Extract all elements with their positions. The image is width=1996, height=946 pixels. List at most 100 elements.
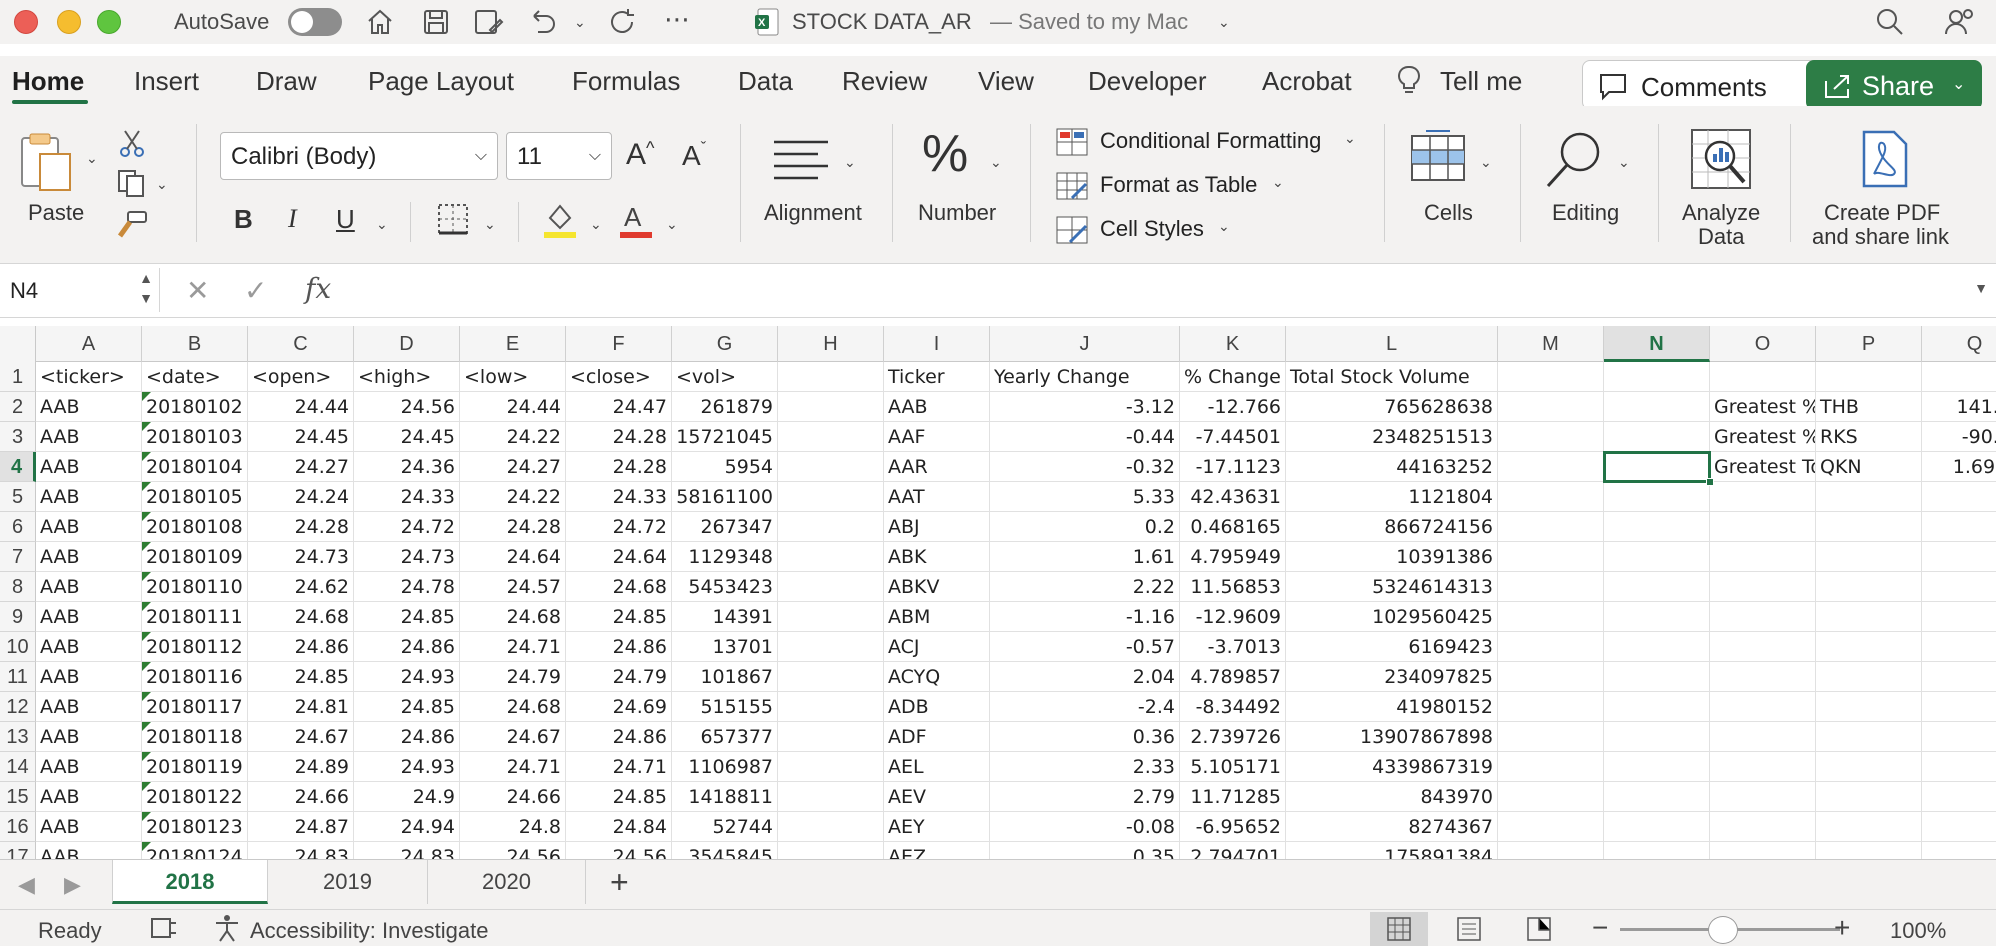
cell-c2[interactable]: 24.44 xyxy=(248,392,354,422)
cell-k4[interactable]: -17.1123 xyxy=(1180,452,1286,482)
cell-i16[interactable]: AEY xyxy=(884,812,990,842)
cell-h2[interactable] xyxy=(778,392,884,422)
cell-h14[interactable] xyxy=(778,752,884,782)
cell-g16[interactable]: 52744 xyxy=(672,812,778,842)
undo-dropdown-chevron-icon[interactable]: ⌄ xyxy=(574,14,586,31)
cell-a5[interactable]: AAB xyxy=(36,482,142,512)
cell-e11[interactable]: 24.79 xyxy=(460,662,566,692)
cell-e16[interactable]: 24.8 xyxy=(460,812,566,842)
cell-h13[interactable] xyxy=(778,722,884,752)
tab-formulas[interactable]: Formulas xyxy=(572,66,680,97)
column-header-m[interactable]: M xyxy=(1498,326,1604,362)
column-header-c[interactable]: C xyxy=(248,326,354,362)
cell-l3[interactable]: 2348251513 xyxy=(1286,422,1498,452)
sheet-tab-2018[interactable]: 2018 xyxy=(112,860,268,904)
cell-j3[interactable]: -0.44 xyxy=(990,422,1180,452)
column-header-q[interactable]: Q xyxy=(1922,326,1996,362)
cell-c13[interactable]: 24.67 xyxy=(248,722,354,752)
cell-d3[interactable]: 24.45 xyxy=(354,422,460,452)
cell-q15[interactable] xyxy=(1922,782,1996,812)
cell-i11[interactable]: ACYQ xyxy=(884,662,990,692)
cell-h16[interactable] xyxy=(778,812,884,842)
cell-h8[interactable] xyxy=(778,572,884,602)
cell-d13[interactable]: 24.86 xyxy=(354,722,460,752)
cell-l2[interactable]: 765628638 xyxy=(1286,392,1498,422)
cell-a17[interactable]: AAB xyxy=(36,842,142,859)
cell-f5[interactable]: 24.33 xyxy=(566,482,672,512)
tab-data[interactable]: Data xyxy=(738,66,793,97)
cell-m8[interactable] xyxy=(1498,572,1604,602)
column-header-l[interactable]: L xyxy=(1286,326,1498,362)
cell-g3[interactable]: 15721045 xyxy=(672,422,778,452)
cell-q8[interactable] xyxy=(1922,572,1996,602)
cell-k2[interactable]: -12.766 xyxy=(1180,392,1286,422)
format-as-table-chevron-icon[interactable]: ⌄ xyxy=(1272,174,1284,191)
cell-l5[interactable]: 1121804 xyxy=(1286,482,1498,512)
cell-p12[interactable] xyxy=(1816,692,1922,722)
cell-i15[interactable]: AEV xyxy=(884,782,990,812)
title-chevron-down-icon[interactable]: ⌄ xyxy=(1218,14,1230,31)
cell-k9[interactable]: -12.9609 xyxy=(1180,602,1286,632)
column-header-p[interactable]: P xyxy=(1816,326,1922,362)
cell-b7[interactable]: 20180109 xyxy=(142,542,248,572)
cell-l9[interactable]: 1029560425 xyxy=(1286,602,1498,632)
font-color-chevron-icon[interactable]: ⌄ xyxy=(666,216,678,233)
cell-b2[interactable]: 20180102 xyxy=(142,392,248,422)
cell-c12[interactable]: 24.81 xyxy=(248,692,354,722)
cell-i8[interactable]: ABKV xyxy=(884,572,990,602)
column-header-o[interactable]: O xyxy=(1710,326,1816,362)
cell-e1[interactable]: <low> xyxy=(460,362,566,392)
cell-q9[interactable] xyxy=(1922,602,1996,632)
cell-k6[interactable]: 0.468165 xyxy=(1180,512,1286,542)
page-break-view-button[interactable] xyxy=(1510,912,1568,946)
cell-styles-button[interactable]: Cell Styles xyxy=(1100,216,1204,242)
cell-g14[interactable]: 1106987 xyxy=(672,752,778,782)
cell-b17[interactable]: 20180124 xyxy=(142,842,248,859)
cell-f2[interactable]: 24.47 xyxy=(566,392,672,422)
cell-c9[interactable]: 24.68 xyxy=(248,602,354,632)
cell-o6[interactable] xyxy=(1710,512,1816,542)
cell-d12[interactable]: 24.85 xyxy=(354,692,460,722)
format-as-table-button[interactable]: Format as Table xyxy=(1100,172,1257,198)
cell-e9[interactable]: 24.68 xyxy=(460,602,566,632)
cell-a1[interactable]: <ticker> xyxy=(36,362,142,392)
row-header[interactable]: 13 xyxy=(0,722,36,752)
cell-h7[interactable] xyxy=(778,542,884,572)
cell-b1[interactable]: <date> xyxy=(142,362,248,392)
cell-g5[interactable]: 58161100 xyxy=(672,482,778,512)
cell-e5[interactable]: 24.22 xyxy=(460,482,566,512)
cell-g7[interactable]: 1129348 xyxy=(672,542,778,572)
cell-c7[interactable]: 24.73 xyxy=(248,542,354,572)
cell-m4[interactable] xyxy=(1498,452,1604,482)
underline-chevron-icon[interactable]: ⌄ xyxy=(376,216,388,233)
cell-o14[interactable] xyxy=(1710,752,1816,782)
cell-o17[interactable] xyxy=(1710,842,1816,859)
font-color-icon[interactable]: A xyxy=(618,200,654,240)
alignment-chevron-icon[interactable]: ⌄ xyxy=(844,154,856,171)
cell-n17[interactable] xyxy=(1604,842,1710,859)
cell-f8[interactable]: 24.68 xyxy=(566,572,672,602)
select-all-corner[interactable] xyxy=(0,326,36,362)
cell-b8[interactable]: 20180110 xyxy=(142,572,248,602)
cell-k5[interactable]: 42.43631 xyxy=(1180,482,1286,512)
copy-chevron-icon[interactable]: ⌄ xyxy=(156,176,168,193)
cell-b16[interactable]: 20180123 xyxy=(142,812,248,842)
cell-b14[interactable]: 20180119 xyxy=(142,752,248,782)
row-header[interactable]: 17 xyxy=(0,842,36,859)
cell-m2[interactable] xyxy=(1498,392,1604,422)
cell-styles-icon[interactable] xyxy=(1056,216,1088,244)
cell-e8[interactable]: 24.57 xyxy=(460,572,566,602)
column-header-e[interactable]: E xyxy=(460,326,566,362)
cell-b10[interactable]: 20180112 xyxy=(142,632,248,662)
cell-j14[interactable]: 2.33 xyxy=(990,752,1180,782)
cell-p2[interactable]: THB xyxy=(1816,392,1922,422)
cell-b3[interactable]: 20180103 xyxy=(142,422,248,452)
cell-j13[interactable]: 0.36 xyxy=(990,722,1180,752)
add-sheet-button[interactable]: + xyxy=(610,864,629,901)
cell-b4[interactable]: 20180104 xyxy=(142,452,248,482)
increase-font-size-icon[interactable]: A^ xyxy=(626,138,654,172)
cell-p17[interactable] xyxy=(1816,842,1922,859)
minimize-window-button[interactable] xyxy=(57,10,81,34)
cell-p3[interactable]: RKS xyxy=(1816,422,1922,452)
cut-scissors-icon[interactable] xyxy=(118,128,146,158)
